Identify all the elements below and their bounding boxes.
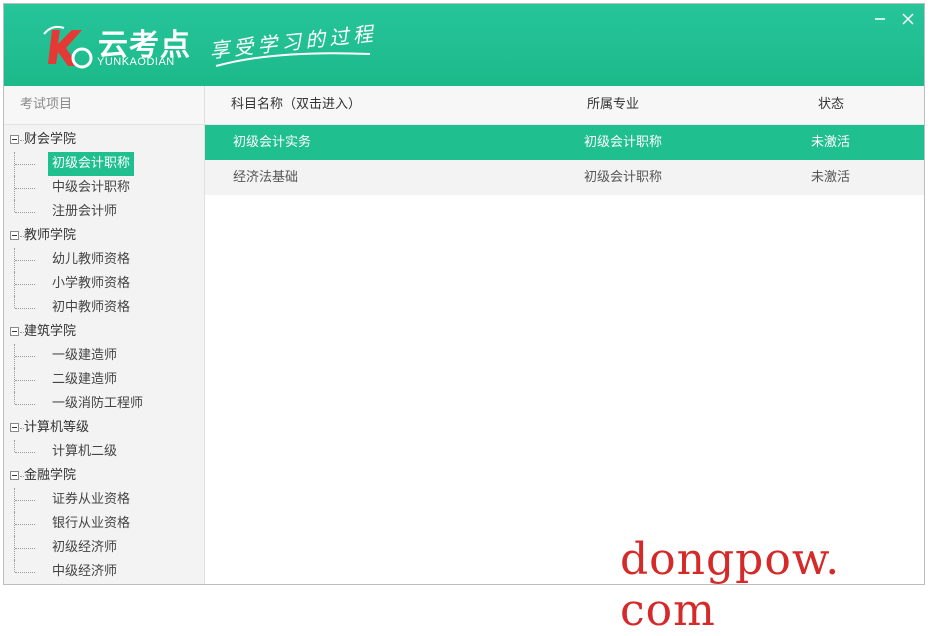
tree-item-label[interactable]: 计算机二级 — [48, 440, 121, 464]
tree-item[interactable]: 计算机二级 — [4, 440, 204, 464]
tree-item-label[interactable]: 中级会计职称 — [48, 176, 134, 200]
cell-status: 未激活 — [811, 170, 851, 185]
tree-item-label[interactable]: 注册会计师 — [48, 200, 121, 224]
tree-item-label[interactable]: 初级经济师 — [48, 536, 121, 560]
tree-item[interactable]: 证券从业资格 — [4, 488, 204, 512]
collapse-icon[interactable] — [10, 327, 19, 336]
tree-group[interactable]: 计算机等级 — [4, 416, 204, 440]
table-header: 科目名称（双击进入） 所属专业 状态 — [205, 86, 924, 125]
tree-item[interactable]: 一级消防工程师 — [4, 392, 204, 416]
tree-item-label[interactable]: 证券从业资格 — [48, 488, 134, 512]
cell-subject: 经济法基础 — [233, 170, 299, 185]
close-button[interactable] — [898, 10, 918, 30]
tree-group-label: 建筑学院 — [24, 324, 77, 339]
header-banner: 云考点 YUNKAODIAN 享受学习的过程 — [4, 4, 924, 86]
tree-item[interactable]: 幼儿教师资格 — [4, 248, 204, 272]
tree-item[interactable]: 初级会计职称 — [4, 152, 204, 176]
tree-item[interactable]: 小学教师资格 — [4, 272, 204, 296]
watermark: dongpow. com — [620, 534, 841, 636]
brand-subtitle: YUNKAODIAN — [97, 56, 175, 68]
tree-item[interactable]: 注册会计师 — [4, 200, 204, 224]
tree-item-label[interactable]: 初中教师资格 — [48, 296, 134, 320]
tree-item-label[interactable]: 一级建造师 — [48, 344, 121, 368]
tree-item-label[interactable]: 中级经济师 — [48, 560, 121, 584]
tree-group-label: 计算机等级 — [24, 420, 90, 435]
tree-item[interactable]: 银行从业资格 — [4, 512, 204, 536]
tree-item[interactable]: 中级会计职称 — [4, 176, 204, 200]
tree-item[interactable]: 二级建造师 — [4, 368, 204, 392]
minimize-icon — [875, 18, 885, 20]
main-panel: 科目名称（双击进入） 所属专业 状态 初级会计实务 初级会计职称 未激活 经济法… — [205, 86, 924, 584]
tree-item-label[interactable]: 初级会计职称 — [48, 152, 135, 176]
tree-item-label[interactable]: 幼儿教师资格 — [48, 248, 134, 272]
collapse-icon[interactable] — [10, 423, 19, 432]
logo-icon — [43, 25, 93, 69]
category-tree: 财会学院初级会计职称 中级会计职称 注册会计师教师学院幼儿教师资格 小学教师资格 初中教… — [4, 125, 204, 584]
sidebar-title: 考试项目 — [4, 86, 204, 125]
tree-item[interactable]: 初中教师资格 — [4, 296, 204, 320]
tree-group[interactable]: 财会学院 — [4, 128, 204, 152]
minimize-button[interactable] — [870, 10, 890, 30]
app-window: 云考点 YUNKAODIAN 享受学习的过程 考试项目 财会学院 初级会计职称 中级… — [3, 3, 925, 585]
sidebar: 考试项目 财会学院初级会计职称 中级会计职称 注册会计师教师学院幼儿教师资格 小学教师… — [4, 86, 205, 584]
column-header-major[interactable]: 所属专业 — [587, 86, 639, 124]
cell-status: 未激活 — [811, 135, 851, 150]
collapse-icon[interactable] — [10, 135, 19, 144]
cell-major: 初级会计职称 — [584, 135, 663, 150]
tree-item-label[interactable]: 银行从业资格 — [48, 512, 134, 536]
table-row[interactable]: 初级会计实务 初级会计职称 未激活 — [205, 125, 924, 160]
close-icon — [902, 13, 914, 25]
tree-item-label[interactable]: 小学教师资格 — [48, 272, 134, 296]
tree-item-label[interactable]: 一级消防工程师 — [48, 392, 147, 416]
slogan-underline — [215, 52, 371, 67]
column-header-subject[interactable]: 科目名称（双击进入） — [231, 86, 361, 124]
tree-item[interactable]: 中级经济师 — [4, 560, 204, 584]
tree-item[interactable]: 初级经济师 — [4, 536, 204, 560]
table-row[interactable]: 经济法基础 初级会计职称 未激活 — [205, 160, 924, 195]
collapse-icon[interactable] — [10, 231, 19, 240]
tree-group[interactable]: 金融学院 — [4, 464, 204, 488]
tree-group[interactable]: 建筑学院 — [4, 320, 204, 344]
tree-group-label: 教师学院 — [24, 228, 77, 243]
tree-group[interactable]: 教师学院 — [4, 224, 204, 248]
tree-group-label: 财会学院 — [24, 132, 77, 147]
tree-item[interactable]: 一级建造师 — [4, 344, 204, 368]
cell-subject: 初级会计实务 — [233, 135, 312, 150]
tree-item-label[interactable]: 二级建造师 — [48, 368, 121, 392]
tree-group-label: 金融学院 — [24, 468, 77, 483]
cell-major: 初级会计职称 — [584, 170, 663, 185]
collapse-icon[interactable] — [10, 471, 19, 480]
column-header-status[interactable]: 状态 — [818, 86, 844, 124]
